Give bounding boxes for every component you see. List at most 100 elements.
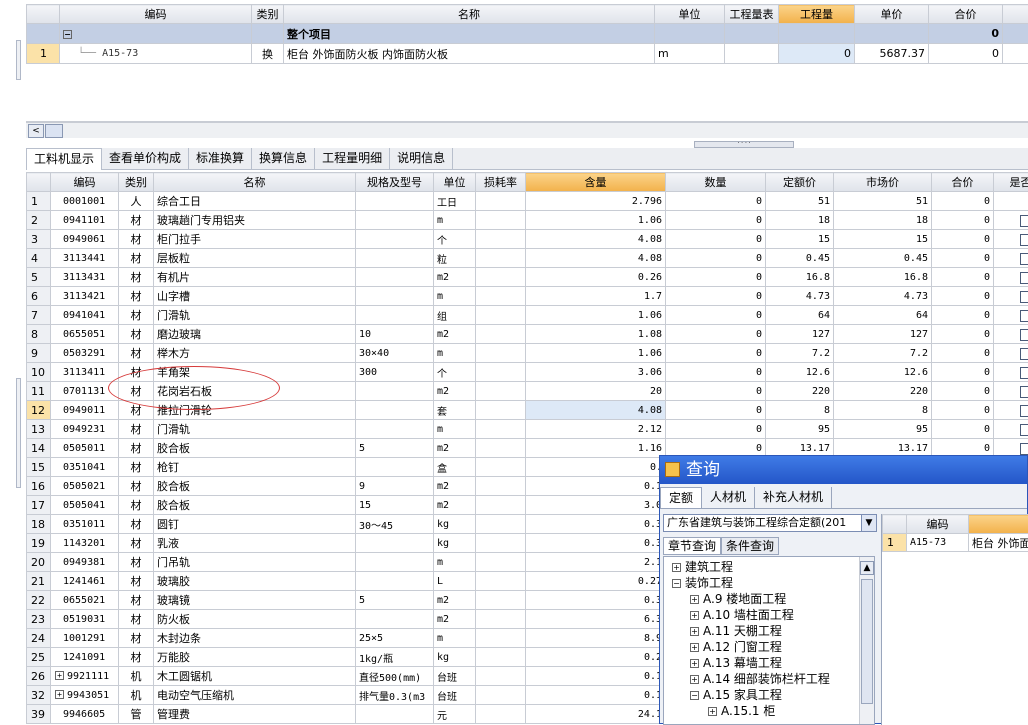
row-spec[interactable] (356, 268, 434, 287)
row-unit[interactable]: m2 (434, 477, 476, 496)
row-number[interactable]: 32 (27, 686, 51, 705)
row-market-price[interactable]: 8 (834, 401, 932, 420)
row-spec[interactable] (356, 230, 434, 249)
row-loss[interactable] (476, 306, 526, 325)
row-code[interactable]: 3113411 (51, 363, 119, 382)
row-base-price[interactable]: 4.73 (766, 287, 834, 306)
row-number[interactable]: 22 (27, 591, 51, 610)
row-number[interactable]: 24 (27, 629, 51, 648)
row-total[interactable]: 0 (932, 211, 994, 230)
col-unit[interactable]: 单位 (434, 173, 476, 192)
col-unit[interactable]: 单位 (655, 5, 725, 24)
row-content[interactable]: 1.06 (526, 344, 666, 363)
row-content[interactable]: 0.1 (526, 667, 666, 686)
expand-icon[interactable]: + (690, 627, 699, 636)
row-number[interactable]: 6 (27, 287, 51, 306)
row-provisional[interactable] (994, 249, 1028, 268)
row-spec[interactable] (356, 610, 434, 629)
row-spec[interactable] (356, 306, 434, 325)
expand-icon[interactable]: + (55, 671, 64, 680)
row-name[interactable]: 玻璃镜 (154, 591, 356, 610)
row-market-price[interactable]: 51 (834, 192, 932, 211)
splitter-handle[interactable]: · · · · (694, 141, 794, 148)
row-unit[interactable]: m2 (434, 382, 476, 401)
row-content[interactable]: 1.08 (526, 325, 666, 344)
table-row[interactable]: 103113411材羊角架300个3.06012.612.60 (27, 363, 1028, 382)
row-loss[interactable] (476, 230, 526, 249)
expand-icon[interactable]: + (690, 611, 699, 620)
row-name[interactable]: 万能胶 (154, 648, 356, 667)
row-type[interactable]: 机 (119, 667, 154, 686)
scroll-left-icon[interactable]: < (28, 124, 44, 138)
row-loss[interactable] (476, 344, 526, 363)
row-number[interactable]: 25 (27, 648, 51, 667)
row-type[interactable]: 材 (119, 439, 154, 458)
row-content[interactable]: 20 (526, 382, 666, 401)
table-row[interactable]: 53113431材有机片m20.26016.816.80 (27, 268, 1028, 287)
row-content[interactable]: 0. (526, 458, 666, 477)
tree-node[interactable]: −A.15 家具工程 (664, 687, 874, 703)
row-spec[interactable]: 25×5 (356, 629, 434, 648)
row-content[interactable]: 1.06 (526, 211, 666, 230)
row-loss[interactable] (476, 648, 526, 667)
row-market-price[interactable]: 220 (834, 382, 932, 401)
row-content[interactable]: 0.3 (526, 534, 666, 553)
row-unit[interactable]: 粒 (434, 249, 476, 268)
row-base-price[interactable]: 127 (766, 325, 834, 344)
row-provisional[interactable] (994, 401, 1028, 420)
row-number[interactable]: 17 (27, 496, 51, 515)
row-loss[interactable] (476, 686, 526, 705)
row-content[interactable]: 3.0 (526, 496, 666, 515)
row-spec[interactable] (356, 211, 434, 230)
tab-supplementary[interactable]: 补充人材机 (755, 487, 832, 508)
row-loss[interactable] (476, 325, 526, 344)
row-total[interactable]: 0 (932, 401, 994, 420)
row-content[interactable]: 0.3 (526, 515, 666, 534)
col-name[interactable]: 名称 (154, 173, 356, 192)
row-number[interactable]: 23 (27, 610, 51, 629)
provisional-checkbox[interactable] (1020, 386, 1028, 398)
tab-unit-price[interactable]: 查看单价构成 (102, 148, 189, 169)
result-row[interactable]: 1 A15-73 柜台 外饰面 (883, 534, 1028, 552)
table-row[interactable]: 30949061材柜门拉手个4.08015150 (27, 230, 1028, 249)
col-market-price[interactable]: 市场价 (834, 173, 932, 192)
row-type[interactable]: 材 (119, 534, 154, 553)
row-loss[interactable] (476, 610, 526, 629)
row-loss[interactable] (476, 287, 526, 306)
row-name[interactable]: 防火板 (154, 610, 356, 629)
row-market-price[interactable]: 4.73 (834, 287, 932, 306)
col-content[interactable]: 含量 (526, 173, 666, 192)
col-name[interactable]: 名称 (284, 5, 655, 24)
row-loss[interactable] (476, 534, 526, 553)
tree-node[interactable]: −装饰工程 (664, 575, 874, 591)
row-provisional[interactable] (994, 211, 1028, 230)
row-market-price[interactable]: 64 (834, 306, 932, 325)
provisional-checkbox[interactable] (1020, 310, 1028, 322)
row-code[interactable]: 0655051 (51, 325, 119, 344)
row-total[interactable]: 0 (932, 192, 994, 211)
tree-node[interactable]: +A.12 门窗工程 (664, 639, 874, 655)
panel-resize-handle-top[interactable] (16, 40, 21, 80)
row-name[interactable]: 乳液 (154, 534, 356, 553)
col-qty-expr[interactable]: 工程量表 (725, 5, 779, 24)
row-number[interactable]: 26 (27, 667, 51, 686)
row-qty[interactable]: 0 (666, 249, 766, 268)
row-number[interactable]: 1 (27, 44, 60, 64)
scroll-up-icon[interactable]: ▲ (860, 561, 874, 575)
row-number[interactable]: 16 (27, 477, 51, 496)
row-total[interactable]: 0 (932, 230, 994, 249)
row-code[interactable]: 0001001 (51, 192, 119, 211)
row-spec[interactable] (356, 458, 434, 477)
row-unit[interactable]: m (434, 420, 476, 439)
row-name[interactable]: 柜门拉手 (154, 230, 356, 249)
row-content[interactable]: 0.26 (526, 268, 666, 287)
row-unit[interactable]: m2 (434, 268, 476, 287)
table-row[interactable]: 43113441材层板粒粒4.0800.450.450 (27, 249, 1028, 268)
row-type[interactable]: 材 (119, 344, 154, 363)
tree-node[interactable]: +A.10 墙柱面工程 (664, 607, 874, 623)
tree-node[interactable]: +A.14 细部装饰栏杆工程 (664, 671, 874, 687)
provisional-checkbox[interactable] (1020, 291, 1028, 303)
panel-resize-handle[interactable] (16, 378, 21, 488)
row-spec[interactable]: 10 (356, 325, 434, 344)
row-market-price[interactable]: 16.8 (834, 268, 932, 287)
